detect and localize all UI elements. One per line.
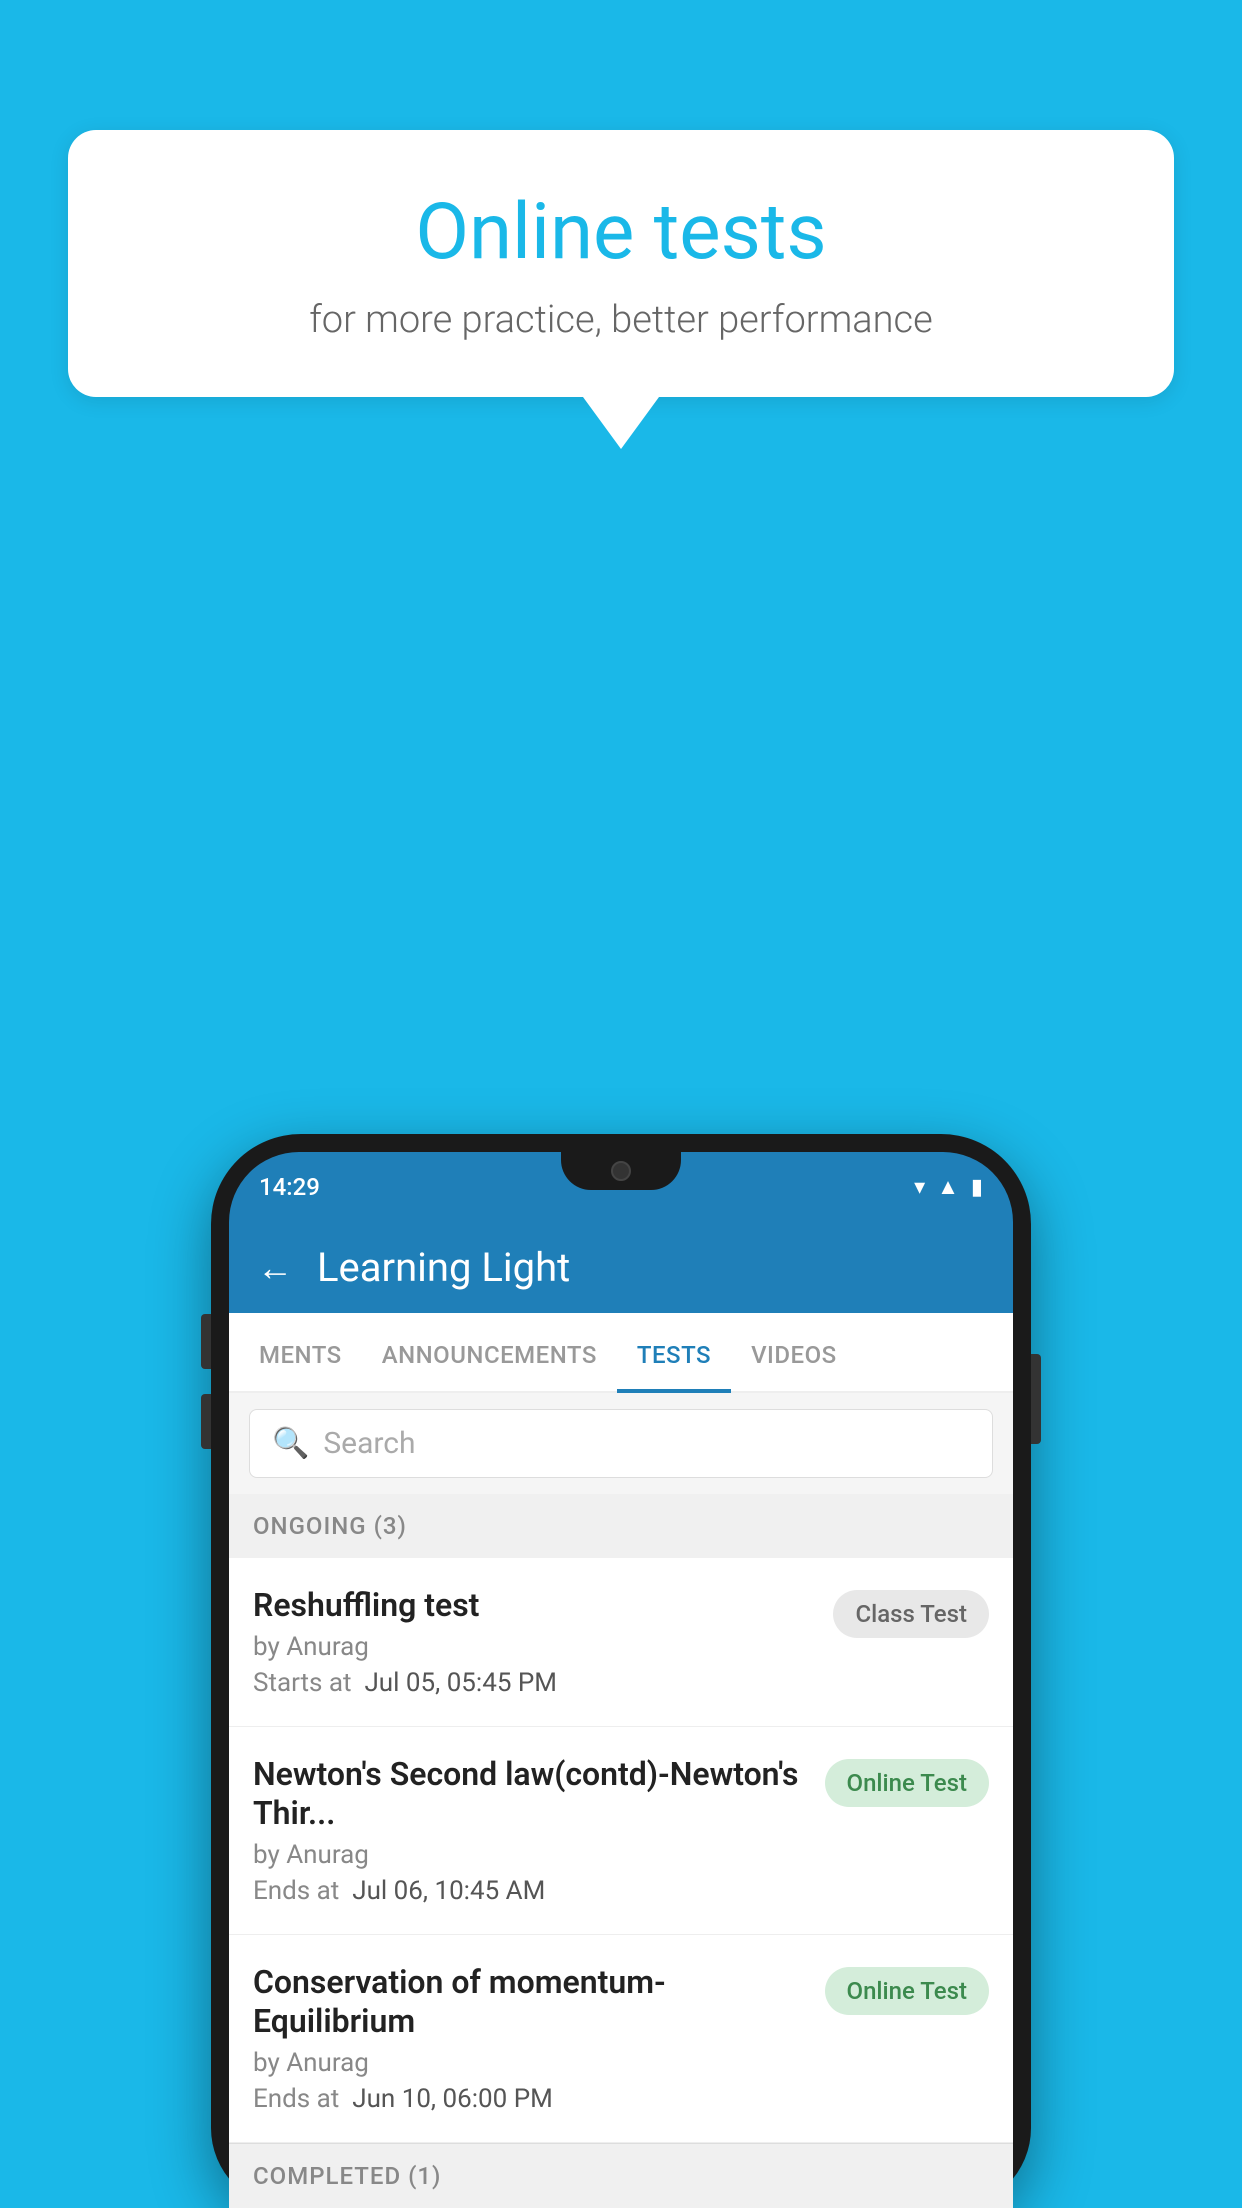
test-item-newtons[interactable]: Newton's Second law(contd)-Newton's Thir…	[229, 1727, 1013, 1935]
status-time: 14:29	[259, 1173, 320, 1201]
phone-wrapper: 14:29 ▾ ▲ ▮ ← Learning Light MENTS ANNOU…	[211, 1134, 1031, 2208]
speech-bubble-wrapper: Online tests for more practice, better p…	[68, 130, 1174, 449]
test-by-conservation: by Anurag	[253, 2048, 805, 2078]
test-info-conservation: Conservation of momentum-Equilibrium by …	[253, 1963, 805, 2114]
back-button[interactable]: ←	[257, 1250, 293, 1286]
test-info-reshuffling: Reshuffling test by Anurag Starts at Jul…	[253, 1586, 813, 1698]
test-date-conservation: Ends at Jun 10, 06:00 PM	[253, 2084, 805, 2114]
speech-bubble-title: Online tests	[148, 190, 1094, 276]
phone-camera	[611, 1161, 631, 1181]
badge-online-test-conservation: Online Test	[825, 1967, 989, 2015]
test-info-newtons: Newton's Second law(contd)-Newton's Thir…	[253, 1755, 805, 1906]
status-icons: ▾ ▲ ▮	[914, 1174, 983, 1200]
search-bar[interactable]: 🔍 Search	[249, 1409, 993, 1478]
side-button-volume-down	[201, 1394, 211, 1449]
phone-screen: ← Learning Light MENTS ANNOUNCEMENTS TES…	[229, 1222, 1013, 2208]
speech-bubble-tail	[583, 397, 659, 449]
test-name-conservation: Conservation of momentum-Equilibrium	[253, 1963, 805, 2040]
section-ongoing-header: ONGOING (3)	[229, 1494, 1013, 1558]
tab-videos[interactable]: VIDEOS	[731, 1313, 857, 1391]
test-item-conservation[interactable]: Conservation of momentum-Equilibrium by …	[229, 1935, 1013, 2143]
app-title: Learning Light	[317, 1244, 570, 1291]
section-completed-label: COMPLETED (1)	[253, 2162, 441, 2190]
test-date-reshuffling: Starts at Jul 05, 05:45 PM	[253, 1668, 813, 1698]
tab-ments[interactable]: MENTS	[239, 1313, 362, 1391]
search-input-placeholder[interactable]: Search	[323, 1426, 415, 1461]
badge-class-test: Class Test	[833, 1590, 989, 1638]
speech-bubble: Online tests for more practice, better p…	[68, 130, 1174, 397]
phone-notch	[561, 1152, 681, 1190]
tab-announcements[interactable]: ANNOUNCEMENTS	[362, 1313, 617, 1391]
search-container: 🔍 Search	[229, 1393, 1013, 1494]
speech-bubble-subtitle: for more practice, better performance	[148, 298, 1094, 342]
test-date-newtons: Ends at Jul 06, 10:45 AM	[253, 1876, 805, 1906]
tabs-bar: MENTS ANNOUNCEMENTS TESTS VIDEOS	[229, 1313, 1013, 1393]
phone-outer: 14:29 ▾ ▲ ▮ ← Learning Light MENTS ANNOU…	[211, 1134, 1031, 2208]
test-name-newtons: Newton's Second law(contd)-Newton's Thir…	[253, 1755, 805, 1832]
app-header: ← Learning Light	[229, 1222, 1013, 1313]
search-icon: 🔍	[272, 1426, 309, 1461]
tab-tests[interactable]: TESTS	[617, 1313, 731, 1391]
section-completed-header: COMPLETED (1)	[229, 2143, 1013, 2208]
test-by-reshuffling: by Anurag	[253, 1632, 813, 1662]
test-by-newtons: by Anurag	[253, 1840, 805, 1870]
side-button-volume-up	[201, 1314, 211, 1369]
test-name-reshuffling: Reshuffling test	[253, 1586, 813, 1624]
status-bar: 14:29 ▾ ▲ ▮	[229, 1152, 1013, 1222]
section-ongoing-label: ONGOING (3)	[253, 1512, 407, 1540]
wifi-icon: ▾	[914, 1175, 925, 1200]
badge-online-test-newtons: Online Test	[825, 1759, 989, 1807]
side-button-power	[1031, 1354, 1041, 1444]
battery-icon: ▮	[971, 1175, 983, 1200]
test-item-reshuffling[interactable]: Reshuffling test by Anurag Starts at Jul…	[229, 1558, 1013, 1727]
signal-icon: ▲	[937, 1174, 959, 1200]
